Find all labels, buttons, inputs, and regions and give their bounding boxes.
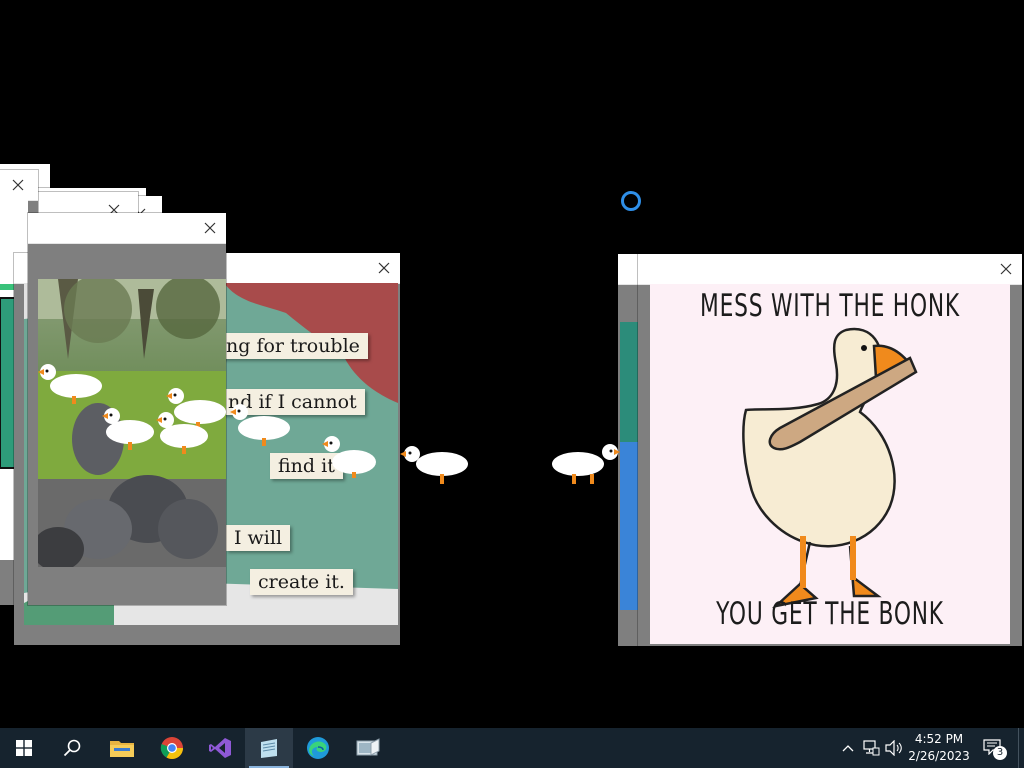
- close-icon[interactable]: [374, 258, 394, 278]
- honk-meme-bottom-text: YOU GET THE BONK: [716, 596, 944, 632]
- notification-count-badge: 3: [993, 746, 1007, 760]
- desktop-goose[interactable]: [152, 410, 226, 454]
- clock-time: 4:52 PM: [914, 732, 964, 746]
- show-desktop-button[interactable]: [1018, 728, 1024, 768]
- file-explorer-icon: [110, 741, 134, 757]
- taskbar-app-visual-studio[interactable]: [196, 728, 244, 768]
- taskbar-clock[interactable]: 4:52 PM 2/26/2023: [908, 731, 970, 765]
- popup-image-right-back: [620, 322, 638, 610]
- busy-cursor-ring: [621, 191, 641, 211]
- close-icon[interactable]: [8, 175, 28, 195]
- edge-icon: [307, 737, 329, 759]
- visual-studio-icon: [209, 738, 231, 758]
- honk-meme-image: MESS WITH THE HONK YOU GET THE BONK: [650, 284, 1010, 644]
- desktop-goose[interactable]: [316, 434, 390, 478]
- window-titlebar[interactable]: [638, 254, 1022, 285]
- taskbar-app-notepad[interactable]: [245, 728, 293, 768]
- window-titlebar[interactable]: [28, 213, 226, 244]
- show-hidden-icons-chevron-icon[interactable]: [838, 738, 858, 758]
- chrome-icon: [160, 737, 183, 759]
- network-icon[interactable]: [861, 738, 881, 758]
- meme-text-line-4: I will: [226, 525, 291, 551]
- search-icon: [63, 739, 81, 757]
- meme-text-line-1: ng for trouble: [218, 333, 368, 359]
- volume-icon[interactable]: [884, 738, 904, 758]
- meme-text-line-5: create it.: [250, 569, 353, 595]
- clock-date: 2/26/2023: [908, 749, 970, 763]
- taskbar-app-file-explorer[interactable]: [98, 728, 146, 768]
- taskbar-app-desktop-goose[interactable]: [344, 728, 392, 768]
- goose-with-bat-illustration: [742, 327, 918, 609]
- taskbar: 4:52 PM 2/26/2023 3: [0, 728, 1024, 768]
- taskbar-app-edge[interactable]: [294, 728, 342, 768]
- desktop-goose[interactable]: [34, 360, 108, 404]
- window-titlebar[interactable]: [0, 170, 38, 201]
- desktop-goose[interactable]: [396, 442, 470, 486]
- taskbar-app-chrome[interactable]: [148, 728, 196, 768]
- desktop-goose[interactable]: [548, 442, 622, 486]
- start-button[interactable]: [0, 728, 48, 768]
- desktop-goose[interactable]: [226, 402, 300, 446]
- close-icon[interactable]: [200, 218, 220, 238]
- close-icon[interactable]: [996, 259, 1016, 279]
- search-button[interactable]: [48, 728, 96, 768]
- start-icon: [16, 740, 32, 756]
- desktop-goose-icon: [356, 738, 380, 756]
- desktop: ng for trouble nd if I cannot find it I …: [0, 0, 1024, 728]
- notepad-icon: [261, 739, 277, 758]
- popup-window-honk-meme[interactable]: MESS WITH THE HONK YOU GET THE BONK: [638, 254, 1022, 646]
